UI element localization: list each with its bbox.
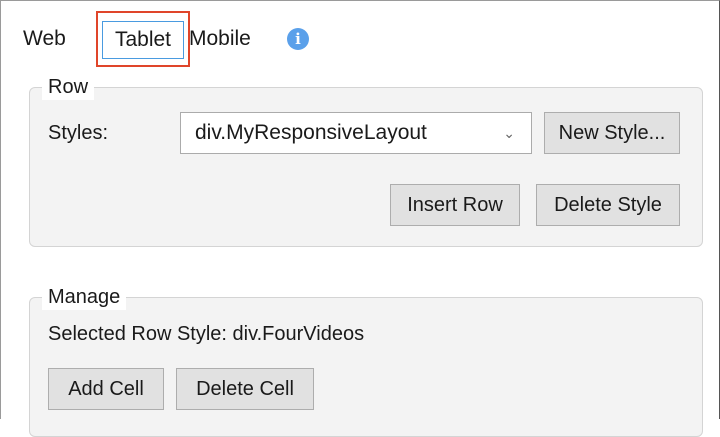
manage-group-legend: Manage [42,284,127,310]
row-group-legend: Row [42,74,95,100]
add-cell-button[interactable]: Add Cell [48,368,164,410]
manage-group: Manage Selected Row Style: div.FourVideo… [29,284,703,437]
chevron-down-icon: ⌄ [503,125,515,141]
row-group: Row Styles: div.MyResponsiveLayout ⌄ New… [29,74,703,247]
styles-dropdown[interactable]: div.MyResponsiveLayout ⌄ [180,112,532,154]
info-icon[interactable]: i [287,28,309,50]
styles-label: Styles: [48,122,109,144]
tab-web[interactable]: Web [23,19,66,59]
insert-row-button[interactable]: Insert Row [390,184,520,226]
new-style-button[interactable]: New Style... [544,112,680,154]
styles-dropdown-value: div.MyResponsiveLayout [195,121,427,144]
tab-mobile[interactable]: Mobile [189,19,251,59]
delete-cell-button[interactable]: Delete Cell [176,368,314,410]
delete-style-button[interactable]: Delete Style [536,184,680,226]
tab-tablet-label: Tablet [102,21,184,59]
layout-panel: Web Tablet Mobile i Row Styles: div.MyRe… [0,0,720,437]
tab-tablet[interactable]: Tablet [96,11,190,67]
selected-row-style: Selected Row Style: div.FourVideos [48,323,365,345]
